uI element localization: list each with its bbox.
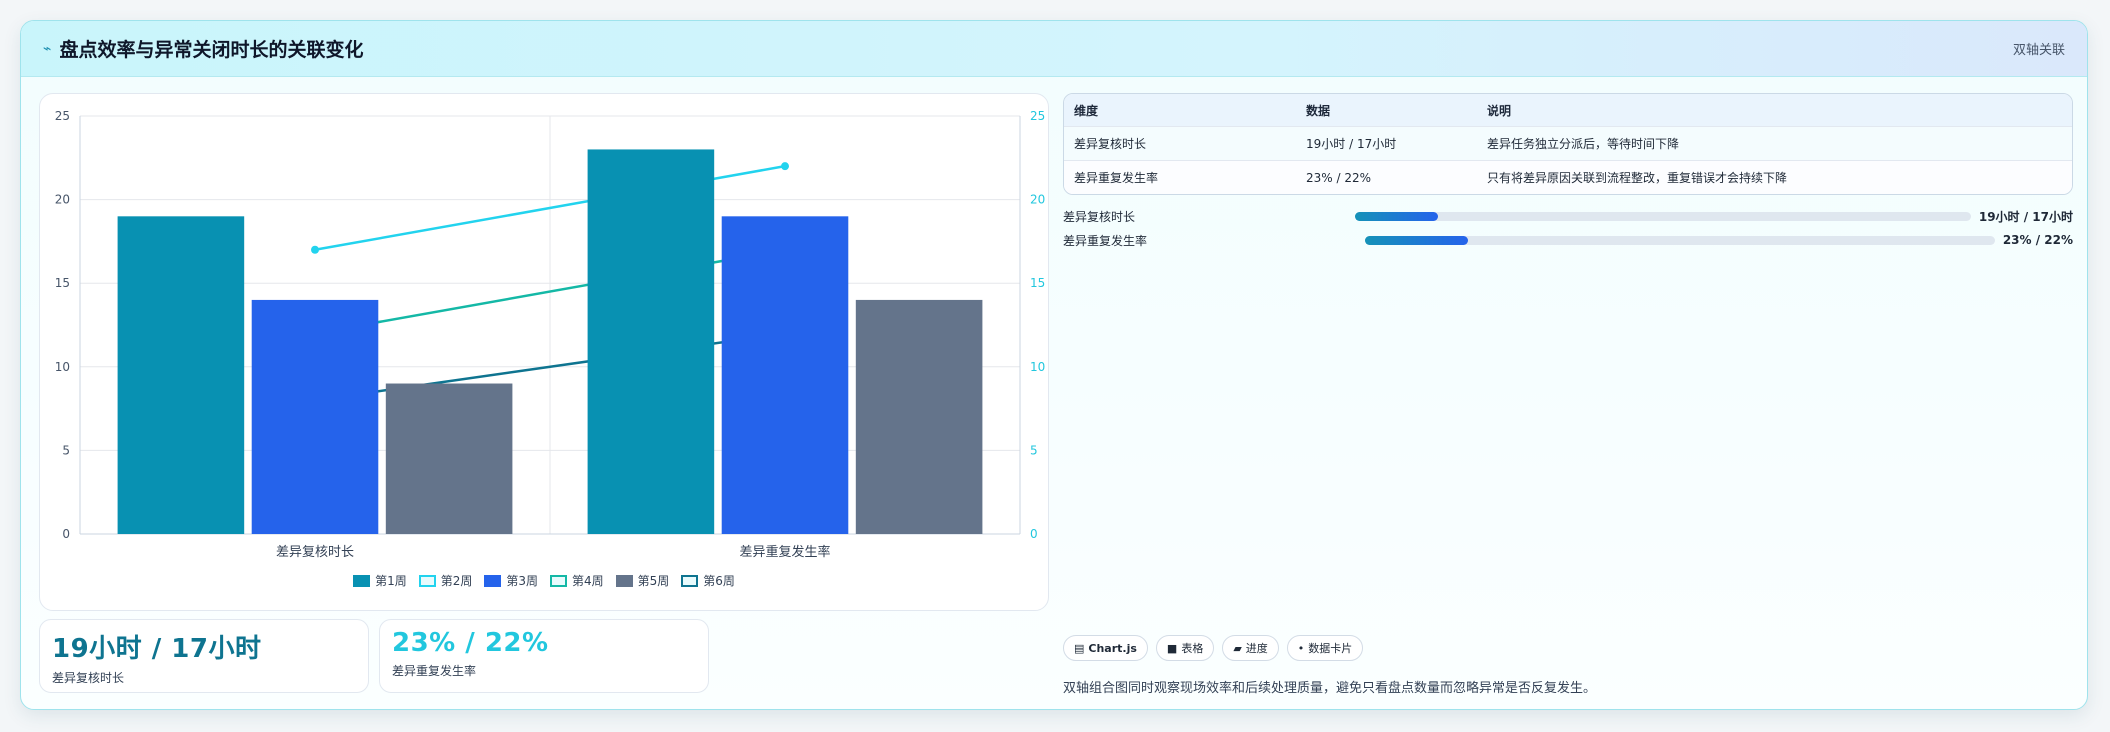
sparkline-icon: ⌁ xyxy=(43,40,52,57)
progress-label: 差异重复发生率 xyxy=(1063,233,1148,248)
table-header-cell: 维度 xyxy=(1074,103,1099,118)
legend-label: 第5周 xyxy=(637,574,670,588)
bar xyxy=(251,299,379,534)
chart-legend: 第1周 第2周 第3周 第4周 第5周 第6周 xyxy=(40,572,1048,589)
legend-item[interactable]: 第1周 xyxy=(353,572,407,589)
tag-label: 进度 xyxy=(1245,642,1268,655)
y2-tick-label: 10 xyxy=(1030,360,1045,374)
y2-tick-label: 15 xyxy=(1030,276,1045,290)
chart-note: 双轴组合图同时观察现场效率和后续处理质量，避免只看盘点数量而忽略异常是否反复发生… xyxy=(1063,681,1597,696)
legend-swatch xyxy=(418,574,436,587)
legend-swatch xyxy=(681,574,699,587)
combo-chart: 0 0 5 5 10 10 15 15 20 20 25 25 差异复核时长 差异重复发生率 xyxy=(55,109,1046,560)
table-cell: 23% / 22% xyxy=(1306,170,1372,185)
progress-value: 19小时 / 17小时 xyxy=(1978,209,2073,224)
table-header-cell: 说明 xyxy=(1487,103,1512,118)
tag-chartjs[interactable]: ▤ Chart.js xyxy=(1063,635,1148,661)
stat-card-review-time: 19小时 / 17小时 差异复核时长 xyxy=(39,619,369,693)
legend-label: 第6周 xyxy=(703,574,735,588)
chart-icon: ▤ xyxy=(1074,641,1085,655)
legend-swatch xyxy=(353,574,371,587)
y2-tick-label: 20 xyxy=(1030,193,1045,207)
table-row: 差异复核时长 19小时 / 17小时 差异任务独立分派后，等待时间下降 xyxy=(1064,126,2072,160)
tag-label: Chart.js xyxy=(1088,641,1137,655)
y-tick-label: 25 xyxy=(55,109,70,123)
y2-tick-label: 5 xyxy=(1030,443,1038,457)
x-tick-label: 差异重复发生率 xyxy=(739,544,830,560)
progress-track xyxy=(1365,235,1995,245)
stat-card-repeat-rate: 23% / 22% 差异重复发生率 xyxy=(379,619,709,693)
feature-tags: ▤ Chart.js ■ 表格 ▰ 进度 • 数据卡片 xyxy=(1063,635,1364,661)
table-cell: 差异复核时长 xyxy=(1074,137,1147,151)
table-cell: 只有将差异原因关联到流程整改，重复错误才会持续下降 xyxy=(1487,171,1788,185)
progress-track xyxy=(1355,211,1971,221)
progress-review-time: 差异复核时长 19小时 / 17小时 xyxy=(1063,207,2073,225)
legend-label: 第3周 xyxy=(506,574,538,588)
stat-label: 差异复核时长 xyxy=(52,671,125,685)
legend-swatch xyxy=(550,574,567,587)
legend-swatch xyxy=(484,574,502,587)
legend-item[interactable]: 第2周 xyxy=(418,572,473,589)
bar xyxy=(855,299,983,534)
table-cell: 差异任务独立分派后，等待时间下降 xyxy=(1487,137,1680,151)
legend-label: 第2周 xyxy=(440,574,473,588)
legend-item[interactable]: 第5周 xyxy=(615,572,670,589)
tag-table[interactable]: ■ 表格 xyxy=(1155,635,1215,661)
dual-axis-badge: 双轴关联 xyxy=(2012,43,2065,58)
y-tick-label: 0 xyxy=(62,527,70,541)
card-icon: • xyxy=(1297,641,1305,655)
table-header-row: 维度 数据 说明 xyxy=(1064,94,2072,126)
stat-value: 23% / 22% xyxy=(392,628,549,658)
bar xyxy=(587,149,715,534)
tag-data-card[interactable]: • 数据卡片 xyxy=(1286,635,1364,661)
chart-panel: 0 0 5 5 10 10 15 15 20 20 25 25 差异复核时长 差异重复发生率 第1周 第2周… xyxy=(39,93,1049,611)
tag-label: 表格 xyxy=(1181,642,1204,655)
data-table: 维度 数据 说明 差异复核时长 19小时 / 17小时 差异任务独立分派后，等待… xyxy=(1063,93,2073,195)
stat-label: 差异重复发生率 xyxy=(392,664,477,678)
table-header-cell: 数据 xyxy=(1306,103,1331,118)
progress-label: 差异复核时长 xyxy=(1063,209,1136,224)
legend-swatch xyxy=(615,574,633,587)
table-cell: 19小时 / 17小时 xyxy=(1306,137,1397,151)
bar xyxy=(721,216,849,534)
card-header: ⌁ 盘点效率与异常关闭时长的关联变化 双轴关联 xyxy=(21,21,2087,77)
progress-repeat-rate: 差异重复发生率 23% / 22% xyxy=(1063,231,2073,249)
y2-tick-label: 25 xyxy=(1030,109,1045,123)
y-tick-label: 15 xyxy=(55,276,70,290)
y2-tick-label: 0 xyxy=(1030,527,1038,541)
legend-label: 第1周 xyxy=(375,574,407,588)
table-cell: 差异重复发生率 xyxy=(1074,171,1159,185)
bar xyxy=(117,216,245,534)
y-tick-label: 10 xyxy=(55,360,70,374)
progress-value: 23% / 22% xyxy=(2002,233,2073,247)
table-icon: ■ xyxy=(1166,641,1178,655)
progress-icon: ▰ xyxy=(1233,641,1242,655)
legend-item[interactable]: 第4周 xyxy=(550,572,604,589)
table-row: 差异重复发生率 23% / 22% 只有将差异原因关联到流程整改，重复错误才会持… xyxy=(1064,160,2072,194)
line-point xyxy=(311,245,319,254)
tag-progress[interactable]: ▰ 进度 xyxy=(1222,635,1279,661)
y-tick-label: 5 xyxy=(62,443,70,457)
dashboard-card: ⌁ 盘点效率与异常关闭时长的关联变化 双轴关联 0 0 5 5 10 10 15 15 20 20… xyxy=(20,20,2088,710)
progress-fill xyxy=(1365,235,1468,245)
tag-label: 数据卡片 xyxy=(1308,642,1353,655)
legend-item[interactable]: 第3周 xyxy=(484,572,538,589)
legend-item[interactable]: 第6周 xyxy=(681,572,735,589)
x-tick-label: 差异复核时长 xyxy=(276,545,354,560)
progress-fill xyxy=(1355,211,1439,221)
stat-value: 19小时 / 17小时 xyxy=(52,634,262,664)
legend-label: 第4周 xyxy=(572,574,604,588)
y-tick-label: 20 xyxy=(55,193,70,207)
line-point xyxy=(781,162,789,171)
card-title: 盘点效率与异常关闭时长的关联变化 xyxy=(59,39,364,61)
bar xyxy=(385,383,513,534)
